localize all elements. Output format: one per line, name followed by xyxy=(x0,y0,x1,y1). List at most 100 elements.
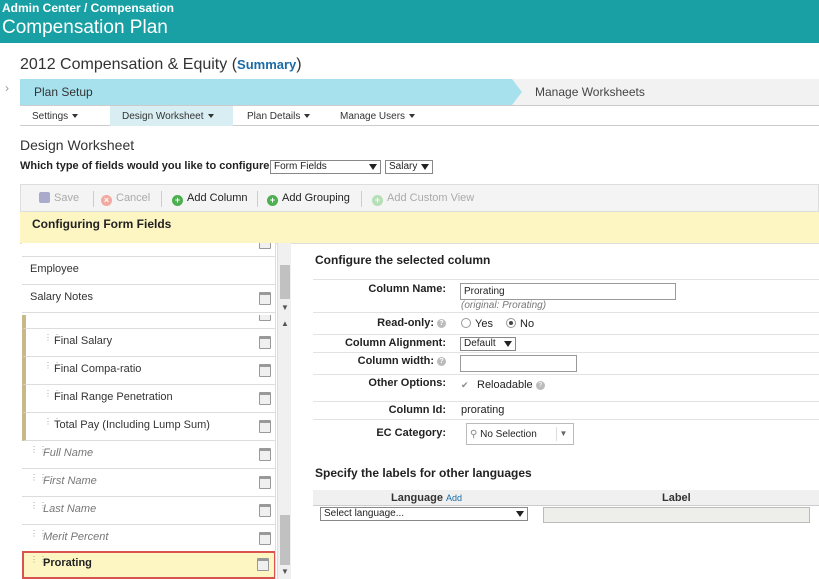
list-item[interactable]: ⋮⋮ Total Pay (Including Lump Sum) xyxy=(22,413,275,441)
collapse-arrow-icon[interactable]: › xyxy=(5,81,9,95)
trash-icon[interactable] xyxy=(259,504,271,517)
drag-handle-icon[interactable]: ⋮⋮ xyxy=(30,446,47,460)
language-label-input[interactable] xyxy=(543,507,810,523)
list-item[interactable]: ⋮⋮ Full Name xyxy=(22,441,275,469)
tab-settings[interactable]: Settings xyxy=(20,106,108,126)
list-item[interactable]: ⋮⋮ Final Salary xyxy=(22,329,275,357)
other-options-row: Other Options: ✔ Reloadable? xyxy=(313,374,819,401)
trash-icon[interactable] xyxy=(259,448,271,461)
save-label: Save xyxy=(54,192,80,204)
summary-link[interactable]: Summary xyxy=(237,57,296,72)
trash-icon[interactable] xyxy=(259,336,271,349)
scroll-down-icon[interactable]: ▼ xyxy=(281,303,289,312)
readonly-no[interactable]: No xyxy=(506,318,534,330)
save-button[interactable]: Save xyxy=(39,192,79,204)
trash-icon[interactable] xyxy=(259,392,271,405)
tab-design-worksheet[interactable]: Design Worksheet xyxy=(110,106,233,126)
top-field-list: Employee Salary Notes xyxy=(22,243,276,315)
step-plan-setup[interactable]: Plan Setup xyxy=(20,79,522,105)
bottom-field-list: ⋮⋮ ⋮⋮Final Salary ⋮⋮Final Compa-ratio ⋮⋮… xyxy=(22,315,276,579)
list-item[interactable]: ⋮⋮ First Name xyxy=(22,469,275,497)
readonly-label: Read-only:? xyxy=(313,317,446,329)
scroll-up-icon[interactable]: ▲ xyxy=(281,319,289,328)
column-id-row: Column Id: prorating xyxy=(313,401,819,419)
help-icon[interactable]: ? xyxy=(437,357,446,366)
list-item[interactable]: ⋮⋮ Final Range Penetration xyxy=(22,385,275,413)
list-item[interactable]: Salary Notes xyxy=(22,285,275,313)
checkbox-reloadable[interactable]: ✔ xyxy=(461,380,471,390)
list-item[interactable] xyxy=(22,243,275,257)
alignment-row: Column Alignment: Default xyxy=(313,334,819,352)
cancel-button[interactable]: × Cancel xyxy=(101,192,150,206)
step-manage-worksheets[interactable]: Manage Worksheets xyxy=(535,85,645,99)
list-item-label: Final Compa-ratio xyxy=(54,363,142,375)
drag-handle-icon[interactable]: ⋮⋮ xyxy=(44,315,52,320)
reloadable-option[interactable]: ✔ Reloadable? xyxy=(461,379,545,391)
tab-plan-details[interactable]: Plan Details xyxy=(235,106,327,126)
help-icon[interactable]: ? xyxy=(437,319,446,328)
section-title: Design Worksheet xyxy=(20,137,135,153)
trash-icon[interactable] xyxy=(259,364,271,377)
help-icon[interactable]: ? xyxy=(535,381,545,390)
trash-icon[interactable] xyxy=(259,292,271,305)
breadcrumb[interactable]: Admin Center / Compensation xyxy=(2,1,174,15)
trash-icon[interactable] xyxy=(257,558,269,571)
drag-handle-icon[interactable]: ⋮⋮ xyxy=(30,474,47,488)
bottom-list-scrollbar[interactable]: ▲ ▼ xyxy=(277,315,291,579)
sub-tabs: Settings Design Worksheet Plan Details M… xyxy=(20,106,819,126)
language-select[interactable]: Select language... xyxy=(320,507,528,521)
add-column-label: Add Column xyxy=(187,192,248,204)
chevron-down-icon xyxy=(207,114,214,119)
trash-icon[interactable] xyxy=(259,243,271,249)
other-options-label: Other Options: xyxy=(368,377,446,389)
ec-category-value: No Selection xyxy=(480,429,537,440)
languages-heading: Specify the labels for other languages xyxy=(315,466,532,480)
field-type-select[interactable]: Form Fields xyxy=(270,160,381,174)
ec-category-label: EC Category: xyxy=(376,427,446,439)
drag-handle-icon[interactable]: ⋮⋮ xyxy=(44,418,61,432)
trash-icon[interactable] xyxy=(259,315,271,321)
ec-category-select[interactable]: ⚲ No Selection ▼ xyxy=(466,423,574,445)
drag-handle-icon[interactable]: ⋮⋮ xyxy=(44,362,61,376)
list-item[interactable]: ⋮⋮ Merit Percent xyxy=(22,525,275,553)
add-grouping-button[interactable]: + Add Grouping xyxy=(267,192,350,206)
scrollbar-thumb[interactable] xyxy=(280,515,290,565)
list-item-selected[interactable]: ⋮⋮ Prorating xyxy=(22,551,275,579)
category-select[interactable]: Salary xyxy=(385,160,433,174)
tab-manage-users[interactable]: Manage Users xyxy=(328,106,428,126)
scrollbar-thumb[interactable] xyxy=(280,265,290,299)
drag-handle-icon[interactable]: ⋮⋮ xyxy=(30,556,47,570)
list-item-label: Prorating xyxy=(43,557,92,569)
radio-yes[interactable] xyxy=(461,318,471,328)
drag-handle-icon[interactable]: ⋮⋮ xyxy=(30,502,47,516)
trash-icon[interactable] xyxy=(259,476,271,489)
add-custom-view-button[interactable]: + Add Custom View xyxy=(372,192,474,206)
list-item[interactable]: ⋮⋮ Final Compa-ratio xyxy=(22,357,275,385)
toolbar-separator xyxy=(93,191,94,207)
column-name-input[interactable]: Prorating xyxy=(460,283,676,300)
radio-no[interactable] xyxy=(506,318,516,328)
column-name-row: Column Name: Prorating (original: Prorat… xyxy=(313,279,819,312)
drag-handle-icon[interactable]: ⋮⋮ xyxy=(30,530,47,544)
scroll-down-icon[interactable]: ▼ xyxy=(281,567,289,576)
trash-icon[interactable] xyxy=(259,532,271,545)
reloadable-label: Reloadable xyxy=(477,379,533,391)
list-item[interactable]: ⋮⋮ xyxy=(22,315,275,329)
add-column-button[interactable]: + Add Column xyxy=(172,192,248,206)
drag-handle-icon[interactable]: ⋮⋮ xyxy=(44,334,61,348)
chevron-down-icon xyxy=(409,114,416,119)
tab-manage-users-label: Manage Users xyxy=(340,111,406,122)
alignment-select[interactable]: Default xyxy=(460,337,516,351)
save-icon xyxy=(39,192,50,203)
radio-no-label: No xyxy=(520,318,535,330)
column-width-input[interactable] xyxy=(460,355,577,372)
alignment-value: Default xyxy=(464,338,496,349)
top-list-scrollbar[interactable]: ▼ xyxy=(277,243,291,315)
plan-title: 2012 Compensation & Equity (Summary) xyxy=(20,56,302,74)
readonly-yes[interactable]: Yes xyxy=(461,318,493,330)
trash-icon[interactable] xyxy=(259,420,271,433)
list-item[interactable]: Employee xyxy=(22,257,275,285)
list-item[interactable]: ⋮⋮ Last Name xyxy=(22,497,275,525)
add-language-link[interactable]: Add xyxy=(446,493,462,503)
drag-handle-icon[interactable]: ⋮⋮ xyxy=(44,390,61,404)
